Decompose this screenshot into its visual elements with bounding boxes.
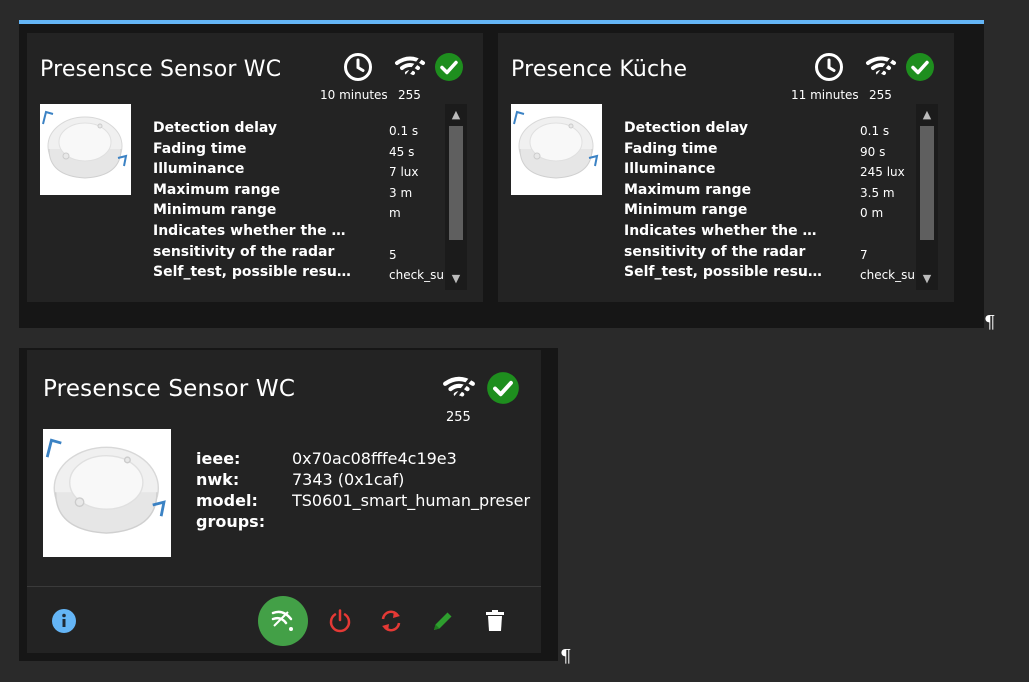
attribute-values: 0.1 s 45 s 7 lux 3 m m 5 check_su (389, 121, 445, 291)
attr-value: 90 s (860, 144, 886, 159)
reconfigure-button[interactable] (377, 607, 405, 635)
online-status-icon (435, 53, 463, 81)
link-quality: 255 (869, 88, 892, 102)
card-title: Presensce Sensor WC (40, 57, 282, 82)
info-button[interactable] (51, 608, 77, 634)
device-card-kueche[interactable]: Presence Küche 11 minutes 255 Detection … (498, 33, 954, 302)
info-value: 0x70ac08fffe4c19e3 (292, 449, 457, 468)
attr-value: check_su (860, 268, 915, 283)
attr-label: Minimum range (153, 202, 277, 219)
info-key: model: (196, 491, 258, 510)
attr-value: 0 m (860, 206, 884, 221)
attr-value: 0.1 s (860, 124, 890, 138)
scroll-down-icon[interactable]: ▼ (449, 272, 463, 286)
link-quality-icon (395, 56, 425, 80)
scroll-up-icon[interactable]: ▲ (449, 108, 463, 122)
last-seen: 10 minutes (320, 88, 388, 102)
pairing-button[interactable] (258, 596, 308, 646)
delete-button[interactable] (481, 607, 509, 635)
card-title: Presensce Sensor WC (43, 376, 296, 402)
attr-label: Self_test, possible resuts… (624, 264, 826, 281)
trash-icon[interactable] (484, 609, 506, 633)
device-image (43, 429, 171, 557)
info-key: groups: (196, 512, 266, 531)
sensor-image (42, 110, 128, 179)
online-status-icon (906, 53, 934, 81)
attr-value: 7 lux (389, 165, 419, 180)
device-image (511, 104, 602, 195)
info-value: 7343 (0x1caf) (292, 470, 405, 489)
sensor-image (513, 110, 599, 179)
info-keys: ieee: nwk: model: groups: (196, 448, 290, 532)
device-card-wc[interactable]: Presensce Sensor WC 10 minutes 255 Detec… (27, 33, 483, 302)
refresh-icon[interactable] (378, 608, 404, 634)
last-seen: 11 minutes (791, 88, 859, 102)
attr-value: 3.5 m (860, 185, 895, 200)
attr-value (389, 224, 445, 245)
attributes-scrollbar[interactable]: ▲ ▼ (445, 104, 467, 290)
scroll-up-icon[interactable]: ▲ (920, 108, 934, 122)
link-quality-icon (866, 56, 896, 80)
info-values: 0x70ac08fffe4c19e3 7343 (0x1caf) TS0601_… (292, 448, 537, 532)
attr-value: 0.1 s (389, 124, 419, 138)
attr-label: Maximum range (624, 181, 752, 198)
attribute-values: 0.1 s 90 s 245 lux 3.5 m 0 m 7 check_su (860, 121, 916, 291)
power-button[interactable] (326, 607, 354, 635)
attr-label: sensitivity of the radar (624, 243, 806, 260)
power-icon[interactable] (327, 608, 353, 634)
pencil-icon[interactable] (431, 609, 455, 633)
actions-divider (27, 586, 541, 587)
link-quality: 255 (446, 410, 471, 425)
device-image (40, 104, 131, 195)
info-value (292, 511, 537, 532)
attr-value: 245 lux (860, 165, 905, 180)
online-status-icon (487, 372, 519, 404)
attr-label: sensitivity of the radar (153, 243, 335, 260)
wifi-off-icon[interactable] (269, 607, 297, 635)
clock-icon (815, 53, 843, 81)
attr-value: 3 m (389, 185, 413, 200)
attr-value: check_su (389, 268, 444, 283)
info-key: nwk: (196, 470, 240, 489)
attr-value: 5 (389, 247, 397, 262)
attr-value: 7 (860, 247, 868, 262)
attribute-labels: Detection delay Fading time Illuminance … (624, 118, 826, 296)
attr-label: Illuminance (153, 161, 245, 178)
sensor-image (45, 438, 166, 534)
card-title: Presence Küche (511, 57, 688, 82)
link-quality-icon (443, 376, 475, 402)
attr-label: Fading time (624, 140, 718, 157)
attr-value: 45 s (389, 144, 415, 159)
attr-label: Fading time (153, 140, 247, 157)
link-quality: 255 (398, 88, 421, 102)
scroll-down-icon[interactable]: ▼ (920, 272, 934, 286)
attr-label: Detection delay (153, 120, 278, 136)
attr-label: Minimum range (624, 202, 748, 219)
edit-button[interactable] (429, 607, 457, 635)
info-value: TS0601_smart_human_preser (292, 491, 531, 510)
attr-label: Indicates whether the de… (153, 222, 355, 239)
device-detail-card: Presensce Sensor WC 255 ieee: nwk: model… (27, 350, 541, 653)
attribute-labels: Detection delay Fading time Illuminance … (153, 118, 355, 296)
attr-label: Illuminance (624, 161, 716, 178)
attr-label: Detection delay (624, 120, 749, 136)
attr-label: Maximum range (153, 181, 281, 198)
attr-value (860, 224, 916, 245)
attr-label: Self_test, possible resuts… (153, 264, 355, 281)
paragraph-mark: ¶ (560, 646, 572, 667)
attributes-scrollbar[interactable]: ▲ ▼ (916, 104, 938, 290)
info-icon[interactable] (51, 608, 77, 634)
attr-label: Indicates whether the de… (624, 222, 826, 239)
scroll-thumb[interactable] (920, 126, 934, 240)
attr-value: m (389, 206, 401, 221)
info-key: ieee: (196, 449, 241, 468)
scroll-thumb[interactable] (449, 126, 463, 240)
clock-icon (344, 53, 372, 81)
paragraph-mark: ¶ (984, 312, 996, 333)
